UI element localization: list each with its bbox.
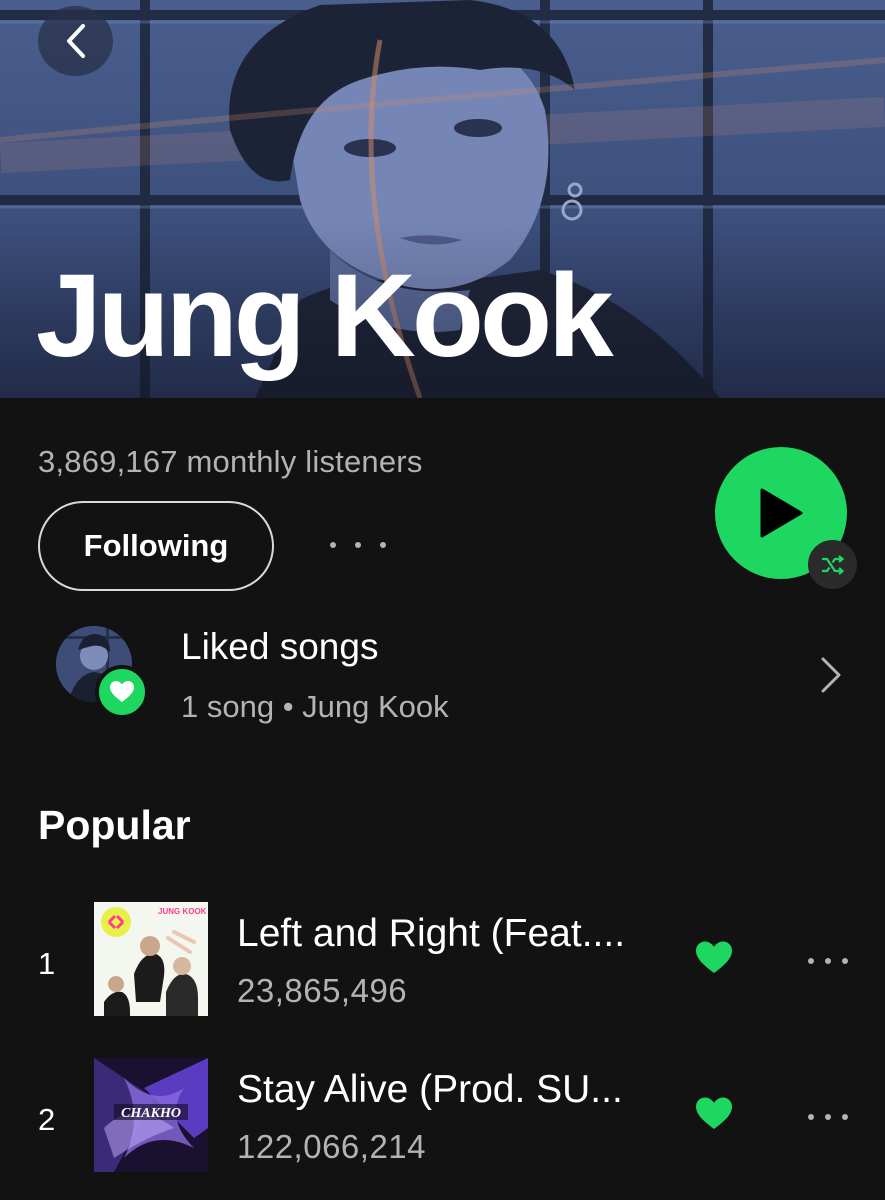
back-button[interactable] bbox=[38, 6, 113, 76]
popular-heading: Popular bbox=[38, 802, 191, 848]
heart-icon bbox=[110, 681, 134, 702]
liked-songs-subtitle: 1 song • Jung Kook bbox=[181, 689, 449, 724]
cover-artist-text: JUNG KOOK bbox=[158, 907, 207, 916]
heart-icon[interactable] bbox=[694, 1096, 734, 1132]
track-title: Stay Alive (Prod. SU... bbox=[237, 1068, 623, 1111]
shuffle-button[interactable] bbox=[808, 540, 857, 589]
heart-icon[interactable] bbox=[694, 940, 734, 976]
track-title: Left and Right (Feat.... bbox=[237, 912, 626, 955]
track-row[interactable]: 1 JUNG KOOK Left and Right (Feat.... 23,… bbox=[0, 902, 885, 1020]
cover-title-text: CHAKHO bbox=[121, 1106, 181, 1121]
play-icon bbox=[760, 488, 803, 538]
shuffle-icon bbox=[821, 554, 844, 575]
track-cover-art: JUNG KOOK bbox=[94, 902, 208, 1016]
following-button[interactable]: Following bbox=[38, 501, 274, 591]
track-rank: 2 bbox=[38, 1102, 56, 1137]
liked-badge bbox=[95, 665, 149, 719]
artist-hero: Jung Kook bbox=[0, 0, 885, 398]
track-cover-art: CHAKHO bbox=[94, 1058, 208, 1172]
track-row[interactable]: 2 CHAKHO Stay Alive (Prod. SU... 122,066… bbox=[0, 1058, 885, 1176]
more-options-icon[interactable] bbox=[808, 956, 848, 966]
track-rank: 1 bbox=[38, 946, 56, 981]
more-options-icon[interactable] bbox=[330, 530, 386, 560]
track-play-count: 122,066,214 bbox=[237, 1128, 427, 1165]
chevron-left-icon bbox=[66, 24, 85, 58]
monthly-listeners: 3,869,167 monthly listeners bbox=[38, 444, 423, 479]
liked-songs-row[interactable]: Liked songs 1 song • Jung Kook bbox=[0, 610, 885, 740]
artist-name: Jung Kook bbox=[36, 250, 614, 382]
chevron-right-icon bbox=[821, 657, 841, 693]
more-options-icon[interactable] bbox=[808, 1112, 848, 1122]
liked-songs-title: Liked songs bbox=[181, 626, 379, 667]
track-play-count: 23,865,496 bbox=[237, 972, 408, 1009]
